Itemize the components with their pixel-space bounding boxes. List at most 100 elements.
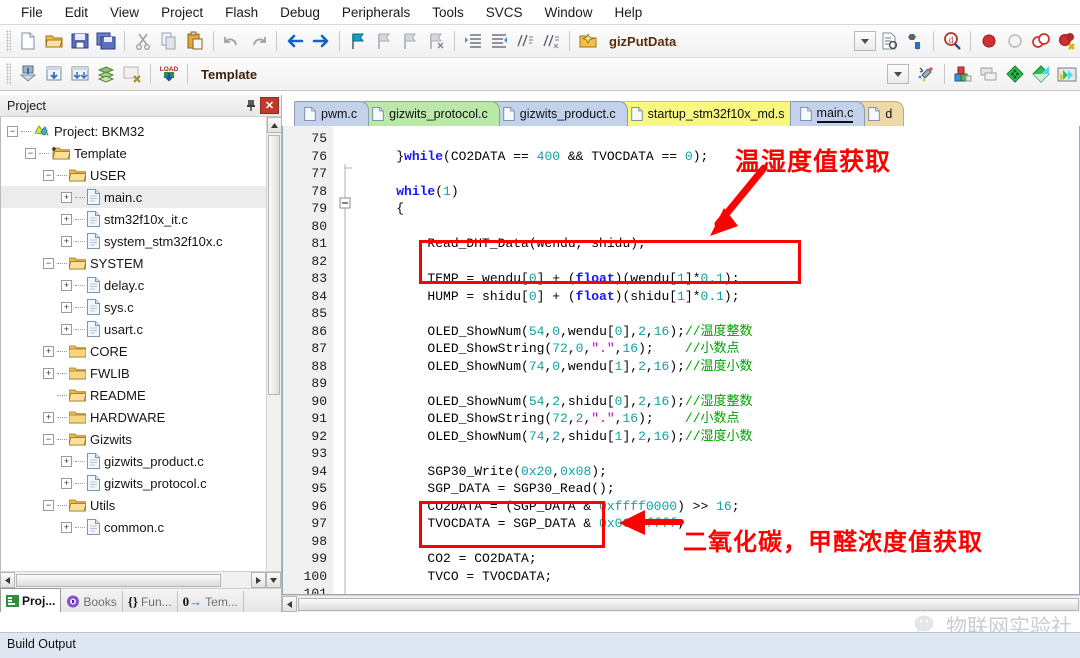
tree-item[interactable]: +gizwits_product.c (1, 450, 266, 472)
menu-item-view[interactable]: View (99, 3, 150, 22)
project-tab-fun[interactable]: {}Fun... (123, 591, 178, 612)
bookmark-next-icon[interactable] (397, 28, 423, 54)
select-software-packs-icon[interactable] (1028, 61, 1054, 87)
tree-item[interactable]: +sys.c (1, 296, 266, 318)
file-properties-icon[interactable] (876, 28, 902, 54)
undo-icon[interactable] (219, 28, 245, 54)
redo-icon[interactable] (245, 28, 271, 54)
breakpoint-insert-icon[interactable] (976, 28, 1002, 54)
configure-icon[interactable] (902, 28, 928, 54)
menu-item-help[interactable]: Help (604, 3, 654, 22)
menu-item-svcs[interactable]: SVCS (475, 3, 534, 22)
editor-tab-gizwits-protocol-c[interactable]: gizwits_protocol.c (362, 101, 500, 126)
indent-icon[interactable] (460, 28, 486, 54)
tree-toggle-plus[interactable]: + (61, 456, 72, 467)
tree-toggle-plus[interactable]: + (43, 346, 54, 357)
tree-item[interactable]: +system_stm32f10x.c (1, 230, 266, 252)
toolbar-grip-2[interactable] (6, 63, 11, 85)
comment-icon[interactable] (512, 28, 538, 54)
toolbar-grip[interactable] (6, 30, 11, 52)
tree-toggle-minus[interactable]: − (43, 258, 54, 269)
editor-tab-startup-stm32f10x-md-s[interactable]: startup_stm32f10x_md.s (621, 101, 797, 126)
build-target-icon[interactable] (41, 61, 67, 87)
tree-item[interactable]: +CORE (1, 340, 266, 362)
open-file-icon[interactable] (41, 28, 67, 54)
editor-tab-pwm-c[interactable]: pwm.c (294, 101, 369, 126)
code-hscroll-thumb[interactable] (298, 598, 1079, 611)
project-tree-horizontal-scrollbar[interactable] (0, 571, 281, 588)
target-options-icon[interactable] (913, 61, 939, 87)
tree-toggle-plus[interactable]: + (61, 280, 72, 291)
navigate-back-icon[interactable] (282, 28, 308, 54)
code-view[interactable]: 7576777879808182838485868788899091929394… (282, 126, 1080, 595)
save-icon[interactable] (67, 28, 93, 54)
menu-item-debug[interactable]: Debug (269, 3, 331, 22)
code-folding-bar[interactable] (333, 126, 355, 594)
breakpoint-kill-all-icon[interactable] (1054, 28, 1080, 54)
tree-toggle-minus[interactable]: − (43, 434, 54, 445)
manage-runtime-icon[interactable] (1002, 61, 1028, 87)
tree-item[interactable]: +HARDWARE (1, 406, 266, 428)
cut-icon[interactable] (130, 28, 156, 54)
menu-item-peripherals[interactable]: Peripherals (331, 3, 421, 22)
tree-item[interactable]: +main.c (1, 186, 266, 208)
target-combo-value[interactable]: Template (201, 67, 351, 82)
tree-item[interactable]: +stm32f10x_it.c (1, 208, 266, 230)
breakpoint-disable-all-icon[interactable] (1028, 28, 1054, 54)
scroll-thumb[interactable] (268, 135, 280, 395)
tree-toggle-minus[interactable]: − (43, 170, 54, 181)
tree-toggle-minus[interactable]: − (7, 126, 18, 137)
breakpoint-enable-icon[interactable] (1002, 28, 1028, 54)
hscroll-thumb[interactable] (16, 574, 221, 587)
menu-item-tools[interactable]: Tools (421, 3, 475, 22)
tree-item[interactable]: +gizwits_protocol.c (1, 472, 266, 494)
stop-build-icon[interactable] (119, 61, 145, 87)
editor-tab-main-c[interactable]: main.c (790, 101, 866, 126)
tree-item[interactable]: −SYSTEM (1, 252, 266, 274)
tree-toggle-minus[interactable]: − (43, 500, 54, 511)
find-combo-value[interactable]: gizPutData (609, 34, 676, 49)
bookmark-prev-icon[interactable] (371, 28, 397, 54)
uncomment-icon[interactable] (538, 28, 564, 54)
tree-item[interactable]: +delay.c (1, 274, 266, 296)
bookmark-toggle-icon[interactable] (345, 28, 371, 54)
target-combo-dropdown[interactable] (887, 64, 909, 84)
tree-toggle-minus[interactable]: − (25, 148, 36, 159)
select-target-icon[interactable] (1054, 61, 1080, 87)
new-file-icon[interactable] (15, 28, 41, 54)
find-combo-dropdown[interactable] (854, 31, 876, 51)
project-tree-vertical-scrollbar[interactable] (266, 117, 281, 571)
pack-installer-icon[interactable] (976, 61, 1002, 87)
tree-item[interactable]: README (1, 384, 266, 406)
editor-horizontal-scrollbar[interactable] (282, 595, 1080, 612)
code-scroll-left-button[interactable] (282, 596, 297, 612)
tree-item[interactable]: +FWLIB (1, 362, 266, 384)
batch-build-icon[interactable] (93, 61, 119, 87)
tree-toggle-plus[interactable]: + (61, 236, 72, 247)
menu-item-file[interactable]: File (10, 3, 54, 22)
project-tab-proj[interactable]: Proj... (0, 588, 61, 612)
menu-item-project[interactable]: Project (150, 3, 214, 22)
menu-item-edit[interactable]: Edit (54, 3, 99, 22)
build-icon[interactable] (15, 61, 41, 87)
pin-icon[interactable] (242, 97, 260, 115)
scroll-right-button[interactable] (251, 572, 266, 588)
tree-toggle-plus[interactable]: + (61, 214, 72, 225)
tree-toggle-plus[interactable]: + (61, 478, 72, 489)
bookmark-clear-icon[interactable] (423, 28, 449, 54)
source-code[interactable]: }while(CO2DATA == 400 && TVOCDATA == 0);… (355, 126, 1079, 594)
tree-item[interactable]: −Project: BKM32 (1, 120, 266, 142)
navigate-forward-icon[interactable] (308, 28, 334, 54)
menu-item-window[interactable]: Window (533, 3, 603, 22)
tree-toggle-plus[interactable]: + (43, 368, 54, 379)
tree-toggle-plus[interactable]: + (61, 522, 72, 533)
scroll-left-button[interactable] (0, 572, 15, 588)
outdent-icon[interactable] (486, 28, 512, 54)
manage-components-icon[interactable] (950, 61, 976, 87)
scroll-down-button[interactable] (266, 572, 281, 588)
tree-item[interactable]: +usart.c (1, 318, 266, 340)
find-in-files-icon[interactable] (575, 28, 601, 54)
tree-toggle-plus[interactable]: + (61, 192, 72, 203)
project-tab-books[interactable]: Books (61, 591, 122, 612)
copy-icon[interactable] (156, 28, 182, 54)
